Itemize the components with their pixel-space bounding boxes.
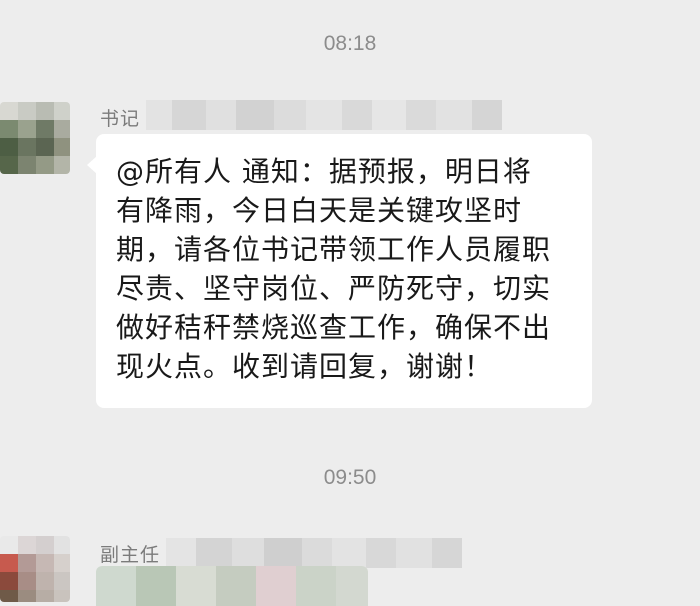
message-text-line: 做好秸秆禁烧巡查工作，确保不出	[116, 311, 552, 344]
message-text-line: 期，请各位书记带领工作人员履职	[116, 233, 552, 266]
message-text-line: 现火点。收到请回复，谢谢！	[116, 350, 494, 383]
message-timestamp: 08:18	[323, 32, 377, 55]
sender-avatar[interactable]	[0, 102, 70, 174]
sender-name: 副主任	[100, 544, 161, 566]
message-text-line: @所有人 通知：据预报，明日将	[116, 155, 532, 188]
message-bubble[interactable]: @所有人 通知：据预报，明日将 有降雨，今日白天是关键攻坚时 期，请各位书记带领…	[87, 134, 592, 408]
blurred-name-segment	[166, 538, 462, 568]
image-message-bubble[interactable]	[96, 566, 368, 606]
blurred-name-segment	[146, 100, 502, 130]
sender-avatar[interactable]	[0, 536, 70, 602]
message-timestamp: 09:50	[323, 466, 377, 489]
sender-name: 书记	[100, 108, 141, 130]
message-text-line: 有降雨，今日白天是关键攻坚时	[116, 194, 523, 227]
message-text-line: 尽责、坚守岗位、严防死守，切实	[116, 272, 552, 305]
